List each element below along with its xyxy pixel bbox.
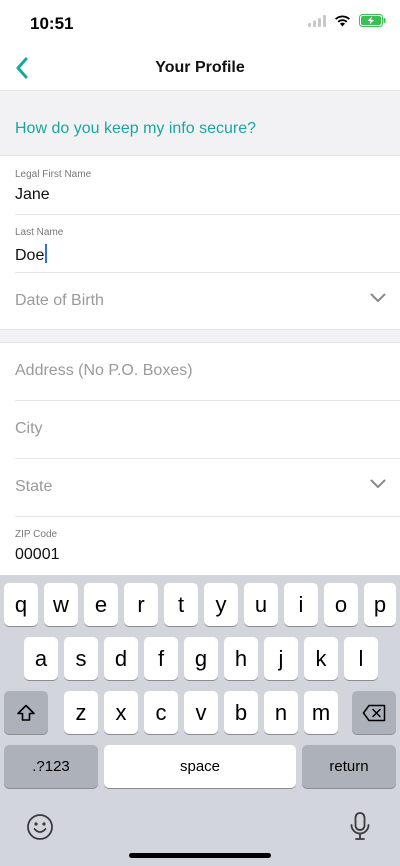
date-of-birth-placeholder: Date of Birth (15, 292, 104, 309)
chevron-down-icon (370, 293, 386, 302)
status-bar: 10:51 (0, 0, 400, 46)
key-i[interactable]: i (284, 583, 318, 626)
key-e[interactable]: e (84, 583, 118, 626)
delete-key[interactable] (352, 691, 396, 734)
key-j[interactable]: j (264, 637, 298, 680)
key-z[interactable]: z (64, 691, 98, 734)
address-placeholder: Address (No P.O. Boxes) (15, 362, 193, 379)
city-placeholder: City (15, 420, 43, 437)
zip-code-value: 00001 (15, 546, 60, 563)
state-field[interactable]: State (15, 458, 400, 517)
return-key[interactable]: return (302, 745, 396, 788)
last-name-label: Last Name (15, 227, 64, 238)
key-h[interactable]: h (224, 637, 258, 680)
key-m[interactable]: m (304, 691, 338, 734)
section-divider (0, 329, 400, 343)
key-w[interactable]: w (44, 583, 78, 626)
info-security-link[interactable]: How do you keep my info secure? (15, 120, 256, 138)
nav-bar: Your Profile (0, 46, 400, 91)
address-field[interactable]: Address (No P.O. Boxes) (15, 342, 400, 401)
first-name-label: Legal First Name (15, 169, 92, 180)
key-s[interactable]: s (64, 637, 98, 680)
key-q[interactable]: q (4, 583, 38, 626)
date-of-birth-field[interactable]: Date of Birth (15, 272, 400, 330)
chevron-down-icon (370, 479, 386, 488)
first-name-value: Jane (15, 186, 50, 203)
last-name-value: Doe (15, 247, 45, 264)
key-d[interactable]: d (104, 637, 138, 680)
key-p[interactable]: p (364, 583, 396, 626)
keyboard: q w e r t y u i o p a s d f g h j k l z … (0, 575, 400, 866)
home-indicator (129, 853, 271, 858)
dictation-button[interactable] (348, 811, 372, 843)
microphone-icon (350, 812, 370, 840)
last-name-input-line: Doe (15, 244, 48, 265)
key-g[interactable]: g (184, 637, 218, 680)
status-time: 10:51 (30, 14, 74, 33)
key-k[interactable]: k (304, 637, 338, 680)
state-placeholder: State (15, 478, 53, 495)
shift-icon (17, 704, 35, 721)
battery-charging-icon (359, 14, 386, 32)
text-cursor (45, 244, 48, 263)
key-x[interactable]: x (104, 691, 138, 734)
key-u[interactable]: u (244, 583, 278, 626)
numbers-key[interactable]: .?123 (4, 745, 98, 788)
key-o[interactable]: o (324, 583, 358, 626)
signal-icon (308, 14, 326, 32)
key-a[interactable]: a (24, 637, 58, 680)
wifi-icon (334, 14, 351, 32)
status-icons (308, 14, 386, 32)
key-l[interactable]: l (344, 637, 378, 680)
key-r[interactable]: r (124, 583, 158, 626)
first-name-field[interactable]: Legal First Name Jane (15, 156, 400, 215)
key-t[interactable]: t (164, 583, 198, 626)
emoji-icon (27, 814, 53, 840)
space-key[interactable]: space (104, 745, 296, 788)
page-title: Your Profile (155, 59, 245, 76)
emoji-button[interactable] (26, 813, 54, 841)
key-b[interactable]: b (224, 691, 258, 734)
key-n[interactable]: n (264, 691, 298, 734)
zip-code-field[interactable]: ZIP Code 00001 (15, 516, 400, 574)
key-v[interactable]: v (184, 691, 218, 734)
key-c[interactable]: c (144, 691, 178, 734)
shift-key[interactable] (4, 691, 48, 734)
key-f[interactable]: f (144, 637, 178, 680)
key-y[interactable]: y (204, 583, 238, 626)
city-field[interactable]: City (15, 400, 400, 459)
info-band: How do you keep my info secure? (0, 91, 400, 156)
last-name-field[interactable]: Last Name Doe (15, 214, 400, 273)
zip-code-label: ZIP Code (15, 529, 58, 540)
backspace-icon (362, 704, 386, 721)
